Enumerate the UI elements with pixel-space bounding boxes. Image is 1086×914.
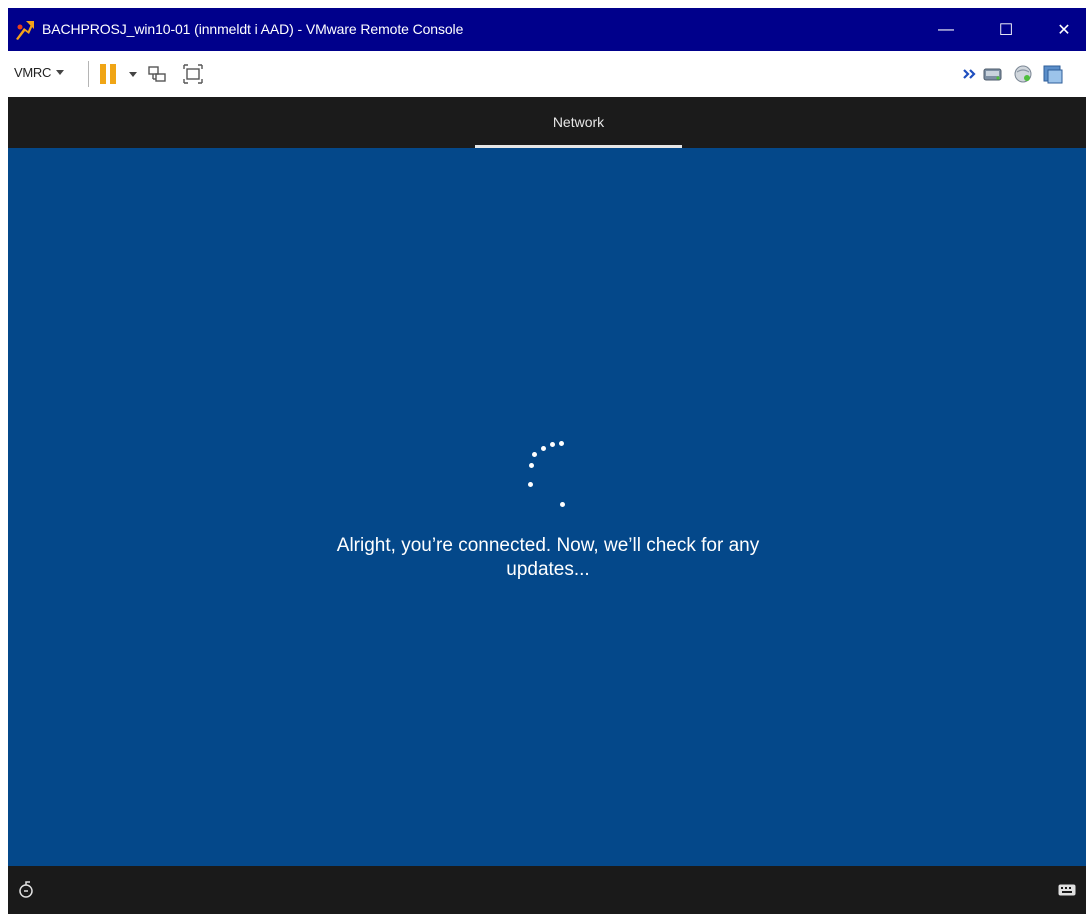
close-icon[interactable]: ✕ [1044, 8, 1084, 51]
oobe-bottom-bar [8, 866, 1086, 914]
vmware-tools-icon[interactable] [1042, 63, 1064, 85]
network-adapter-icon[interactable] [1012, 63, 1034, 85]
keyboard-icon[interactable] [1058, 884, 1076, 896]
toolbar-divider [88, 61, 89, 87]
chevron-down-icon [56, 70, 65, 75]
status-message-line-1: Alright, you’re connected. Now, we’ll ch… [336, 535, 760, 556]
maximize-icon[interactable]: ☐ [986, 8, 1026, 51]
vmrc-app-icon [16, 21, 34, 40]
status-message-line-2: updates... [506, 559, 590, 580]
fullscreen-icon[interactable] [182, 63, 204, 85]
pause-icon[interactable] [100, 64, 116, 84]
guest-screen[interactable]: Alright, you’re connected. Now, we’ll ch… [8, 148, 1086, 866]
minimize-glyph: — [938, 20, 954, 38]
title-bar[interactable]: BACHPROSJ_win10-01 (innmeldt i AAD) - VM… [8, 8, 1086, 51]
status-message: Alright, you’re connected. Now, we’ll ch… [288, 534, 808, 582]
vmrc-menu-label: VMRC [14, 65, 52, 80]
setup-section-bar: Network [8, 97, 1086, 148]
accessibility-icon[interactable] [18, 881, 36, 899]
maximize-glyph: ☐ [998, 21, 1014, 39]
minimize-icon[interactable]: — [926, 8, 966, 51]
loading-spinner-icon [508, 431, 578, 511]
vmrc-menu-button[interactable]: VMRC [14, 65, 65, 80]
window-title: BACHPROSJ_win10-01 (innmeldt i AAD) - VM… [42, 21, 464, 37]
power-menu-chevron-icon[interactable] [129, 72, 137, 77]
vmrc-toolbar: VMRC [8, 51, 1086, 98]
overflow-chevron-icon[interactable] [962, 65, 978, 83]
tab-network[interactable]: Network [475, 97, 682, 148]
vmrc-window: BACHPROSJ_win10-01 (innmeldt i AAD) - VM… [8, 8, 1086, 914]
removable-device-icon[interactable] [982, 63, 1004, 85]
send-ctrl-alt-del-icon[interactable] [146, 63, 168, 85]
close-glyph: ✕ [1057, 21, 1071, 39]
tab-network-label: Network [552, 114, 605, 130]
